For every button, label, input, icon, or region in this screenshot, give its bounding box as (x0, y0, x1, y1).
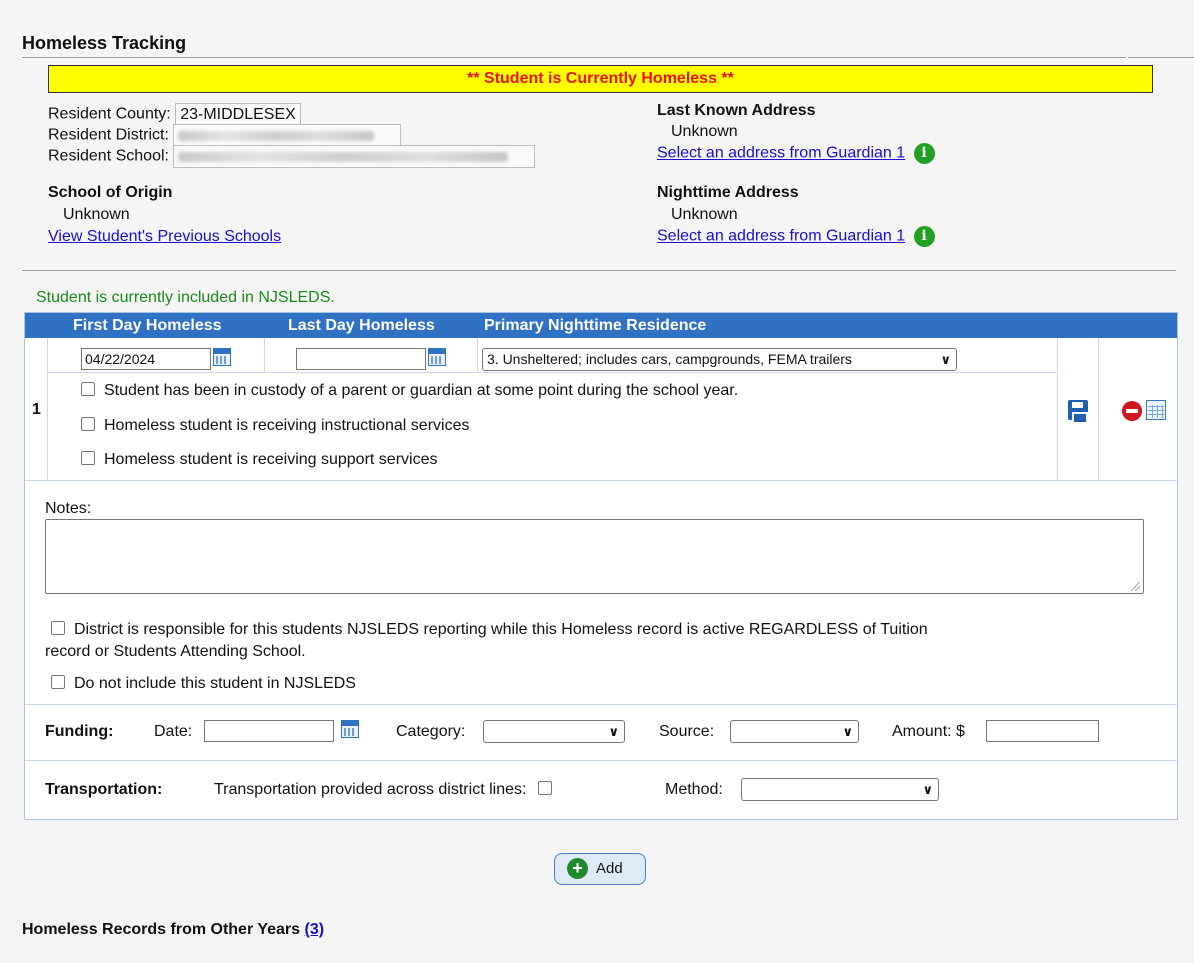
add-button[interactable]: + Add (554, 853, 646, 885)
column-last-day-homeless: Last Day Homeless (288, 317, 435, 334)
row-divider (47, 338, 48, 480)
instructional-services-checkbox[interactable] (81, 416, 95, 431)
first-day-homeless-input[interactable]: 04/22/2024 (81, 348, 211, 370)
funding-category-select[interactable]: ∨ (483, 720, 625, 743)
notes-textarea[interactable] (45, 519, 1144, 594)
resident-school-value (173, 145, 536, 168)
plus-icon: + (567, 857, 588, 879)
district-responsible-checkbox-row: District is responsible for this student… (51, 620, 1151, 640)
homeless-status-banner: ** Student is Currently Homeless ** (48, 65, 1153, 93)
resident-district-row: Resident District: (48, 124, 402, 147)
transportation-method-select[interactable]: ∨ (741, 778, 939, 801)
delete-icon[interactable] (1122, 401, 1142, 421)
chevron-down-icon: ∨ (922, 782, 933, 797)
other-years-label: Homeless Records from Other Years (22, 921, 301, 938)
notes-label: Notes: (45, 500, 92, 517)
title-divider (22, 57, 1126, 58)
chevron-down-icon: ∨ (842, 724, 853, 739)
section-divider (22, 270, 1176, 271)
view-previous-schools-link[interactable]: View Student's Previous Schools (48, 227, 281, 246)
row-divider (25, 704, 1179, 705)
instructional-services-label: Homeless student is receiving instructio… (104, 417, 470, 434)
resize-handle-icon[interactable] (1131, 582, 1140, 591)
resident-school-row: Resident School: (48, 145, 536, 168)
district-responsible-label: District is responsible for this student… (74, 621, 928, 638)
funding-source-select[interactable]: ∨ (730, 720, 859, 743)
nighttime-address-heading: Nighttime Address (657, 184, 799, 201)
exclude-njsleds-checkbox-row: Do not include this student in NJSLEDS (51, 674, 356, 694)
section-title: Homeless Tracking (22, 33, 187, 53)
transportation-label: Transportation: (45, 781, 163, 798)
calendar-icon[interactable] (213, 348, 231, 366)
resident-school-label: Resident School: (48, 147, 169, 165)
nighttime-address-value: Unknown (671, 206, 738, 223)
row-divider (264, 338, 265, 372)
last-day-homeless-input[interactable] (296, 348, 426, 370)
column-primary-nighttime-residence: Primary Nighttime Residence (484, 317, 707, 334)
info-icon[interactable]: i (913, 226, 935, 247)
funding-date-label: Date: (154, 723, 193, 740)
across-district-lines-checkbox[interactable] (537, 780, 552, 795)
exclude-njsleds-label: Do not include this student in NJSLEDS (74, 675, 356, 692)
add-button-label: Add (596, 860, 623, 877)
column-first-day-homeless: First Day Homeless (73, 317, 222, 334)
school-of-origin-heading: School of Origin (48, 184, 173, 201)
resident-district-value (173, 124, 402, 147)
funding-amount-input[interactable] (986, 720, 1099, 742)
calendar-icon[interactable] (428, 348, 446, 366)
instructional-services-checkbox-row: Homeless student is receiving instructio… (81, 416, 469, 436)
funding-date-input[interactable] (204, 720, 334, 742)
row-divider (47, 372, 1057, 373)
title-divider-end (1128, 57, 1194, 58)
resident-county-row: Resident County: 23-MIDDLESEX (48, 103, 301, 126)
custody-checkbox-row: Student has been in custody of a parent … (81, 381, 738, 401)
funding-source-label: Source: (659, 723, 715, 740)
nighttime-address-select-row: Select an address from Guardian 1 i (657, 226, 935, 247)
resident-county-label: Resident County: (48, 105, 171, 123)
funding-amount-label: Amount: $ (892, 723, 965, 740)
across-district-lines-row: Transportation provided across district … (214, 780, 561, 800)
last-known-address-heading: Last Known Address (657, 102, 816, 119)
calendar-icon[interactable] (341, 720, 359, 738)
row-number: 1 (32, 401, 41, 418)
across-district-lines-label: Transportation provided across district … (214, 781, 527, 798)
other-years-count-link[interactable]: (3) (305, 921, 325, 938)
primary-nighttime-residence-value: 3. Unsheltered; includes cars, campgroun… (487, 351, 852, 367)
njsleds-status-message: Student is currently included in NJSLEDS… (36, 289, 335, 306)
last-known-address-value: Unknown (671, 123, 738, 140)
row-divider (1057, 338, 1058, 480)
last-known-address-select-link[interactable]: Select an address from Guardian 1 (657, 145, 905, 162)
funding-label: Funding: (45, 723, 114, 740)
support-services-label: Homeless student is receiving support se… (104, 451, 438, 468)
chevron-down-icon: ∨ (608, 724, 619, 739)
resident-district-label: Resident District: (48, 126, 169, 144)
funding-category-label: Category: (396, 723, 466, 740)
grid-header: First Day Homeless Last Day Homeless Pri… (25, 313, 1177, 338)
exclude-njsleds-checkbox[interactable] (51, 674, 65, 689)
district-responsible-checkbox[interactable] (51, 620, 65, 635)
chevron-down-icon: ∨ (940, 352, 951, 367)
other-years-row: Homeless Records from Other Years (3) (22, 921, 324, 939)
custody-checkbox-label: Student has been in custody of a parent … (104, 382, 739, 399)
support-services-checkbox-row: Homeless student is receiving support se… (81, 450, 437, 470)
row-divider (477, 338, 478, 372)
info-icon[interactable]: i (913, 143, 935, 164)
last-known-address-select-row: Select an address from Guardian 1 i (657, 143, 935, 164)
row-divider (25, 760, 1179, 761)
homeless-records-grid: First Day Homeless Last Day Homeless Pri… (24, 312, 1179, 820)
row-divider (1098, 338, 1099, 480)
transportation-method-label: Method: (665, 781, 723, 798)
row-divider (25, 480, 1179, 481)
district-responsible-label-cont: record or Students Attending School. (45, 643, 306, 660)
primary-nighttime-residence-select[interactable]: 3. Unsheltered; includes cars, campgroun… (482, 348, 957, 371)
resident-county-value: 23-MIDDLESEX (175, 103, 301, 126)
custody-checkbox[interactable] (81, 381, 95, 396)
support-services-checkbox[interactable] (81, 450, 95, 465)
table-icon[interactable] (1146, 400, 1166, 420)
nighttime-address-select-link[interactable]: Select an address from Guardian 1 (657, 228, 905, 245)
save-icon[interactable] (1068, 400, 1088, 422)
school-of-origin-value: Unknown (63, 206, 130, 223)
